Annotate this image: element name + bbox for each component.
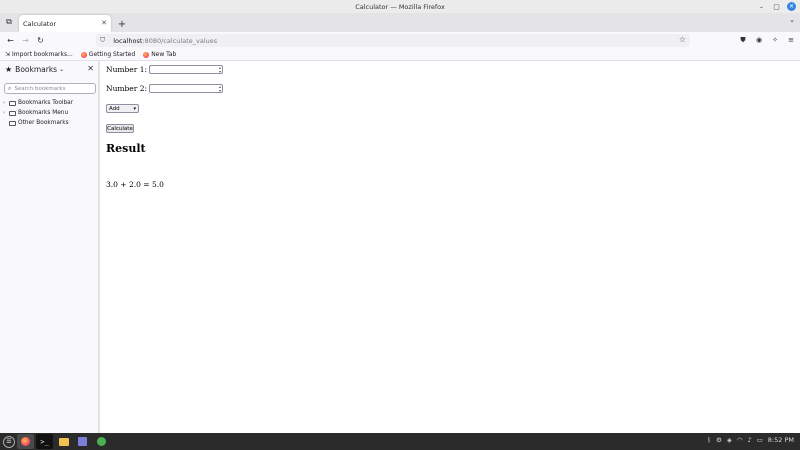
menu-icon[interactable]: ≡ (786, 34, 796, 46)
sidebar-title: Bookmarks (15, 65, 58, 74)
bluetooth-icon[interactable]: ᛒ (707, 436, 711, 444)
sidebar-header[interactable]: ★ Bookmarks ⌄ (5, 65, 64, 74)
extensions-icon[interactable]: ✧ (770, 34, 780, 46)
wifi-icon[interactable]: ◠ (737, 436, 743, 444)
chevron-down-icon[interactable]: ⌄ (789, 16, 795, 24)
number1-label: Number 1: (106, 65, 148, 74)
url-bar[interactable]: ⛉ localhost:8080/calculate_values ☆ (96, 34, 690, 47)
terminal-icon[interactable]: >_ (36, 434, 53, 449)
volume-icon[interactable]: ♪ (747, 436, 751, 444)
search-icon: ⌕ (8, 84, 12, 92)
folder-icon (9, 120, 16, 126)
site-info-icon[interactable]: ⛉ (100, 36, 105, 45)
chevron-down-icon: ⌄ (59, 66, 65, 73)
taskbar: ☰ >_ ᛒ ⚙ ◈ ◠ ♪ ▭ 8:52 PM (0, 433, 800, 450)
calculate-button[interactable]: Calculate (106, 124, 134, 133)
number2-input[interactable]: ▴ ▾ (149, 84, 224, 93)
page-content: Number 1: ▴ ▾ Number 2: ▴ ▾ Add ▾ Calculat… (102, 61, 800, 433)
tree-item-bookmarks-toolbar[interactable]: › Bookmarks Toolbar (3, 98, 73, 108)
import-icon: ⇲ (5, 51, 11, 58)
bookmarks-toolbar: ⇲ Import bookmarks... Getting Started Ne… (0, 49, 800, 61)
new-tab-icon[interactable]: + (115, 16, 129, 32)
menu-folder-icon (9, 110, 16, 116)
maximize-icon[interactable]: ▢ (772, 2, 781, 11)
window-title: Calculator — Mozilla Firefox (355, 2, 445, 11)
star-icon: ★ (5, 65, 13, 74)
bookmark-getting-started[interactable]: Getting Started (80, 51, 135, 58)
settings-icon[interactable]: ⚙ (716, 436, 722, 444)
network-icon[interactable]: ◈ (727, 436, 732, 444)
url-path: :8080/calculate_values (142, 36, 218, 45)
pocket-icon[interactable]: ⛊ (738, 34, 748, 46)
number-spinner-icon[interactable]: ▴ ▾ (219, 85, 221, 93)
app-green-icon[interactable] (93, 434, 110, 449)
tab-label: Calculator (23, 19, 57, 28)
operation-select[interactable]: Add ▾ (106, 104, 139, 113)
tab-calculator[interactable]: Calculator ✕ (19, 15, 111, 32)
firefox-taskbar-icon[interactable] (17, 434, 34, 449)
search-placeholder: Search bookmarks (14, 85, 66, 92)
system-tray: ᛒ ⚙ ◈ ◠ ♪ ▭ 8:52 PM (707, 436, 794, 444)
bookmark-import[interactable]: ⇲ Import bookmarks... (5, 51, 73, 58)
battery-icon[interactable]: ▭ (757, 436, 763, 444)
minimize-icon[interactable]: – (757, 2, 766, 11)
navigation-bar: ← → ↻ ⛉ localhost:8080/calculate_values … (0, 32, 800, 49)
forward-arrow-icon[interactable]: → (18, 33, 33, 48)
number1-input[interactable]: ▴ ▾ (149, 65, 224, 74)
text-editor-icon[interactable] (74, 434, 91, 449)
url-host: localhost (113, 36, 143, 45)
result-heading: Result (106, 142, 146, 155)
close-window-icon[interactable]: ✕ (787, 2, 796, 11)
number1-row: Number 1: ▴ ▾ (106, 65, 224, 74)
app-menu-icon[interactable]: ☰ (3, 435, 15, 448)
back-arrow-icon[interactable]: ← (3, 33, 18, 48)
tab-bar: ⧉ Calculator ✕ + ⌄ (0, 13, 800, 32)
result-text: 3.0 + 2.0 = 5.0 (106, 180, 164, 189)
reload-icon[interactable]: ↻ (33, 33, 48, 48)
clock[interactable]: 8:52 PM (768, 436, 794, 444)
bookmark-star-icon[interactable]: ☆ (679, 35, 686, 44)
firefox-icon (80, 51, 87, 58)
bookmarks-sidebar: ★ Bookmarks ⌄ ✕ ⌕ Search bookmarks › Boo… (0, 61, 100, 433)
window-titlebar: Calculator — Mozilla Firefox – ▢ ✕ (0, 0, 800, 13)
bookmark-new-tab[interactable]: New Tab (143, 51, 176, 58)
files-folder-icon[interactable] (55, 434, 72, 449)
tree-item-bookmarks-menu[interactable]: › Bookmarks Menu (3, 108, 73, 118)
sidebar-close-icon[interactable]: ✕ (87, 64, 94, 73)
firefox-icon (143, 51, 150, 58)
bookmarks-tree: › Bookmarks Toolbar › Bookmarks Menu Oth… (3, 98, 73, 128)
window-controls: – ▢ ✕ (757, 2, 796, 11)
toolbar-right: ⛊ ◉ ✧ ≡ (738, 34, 796, 46)
tab-close-icon[interactable]: ✕ (101, 19, 107, 27)
firefox-view-icon[interactable]: ⧉ (1, 14, 17, 30)
number2-row: Number 2: ▴ ▾ (106, 84, 224, 93)
number2-label: Number 2: (106, 84, 148, 93)
account-icon[interactable]: ◉ (754, 34, 764, 46)
number-spinner-icon[interactable]: ▴ ▾ (219, 66, 221, 74)
sidebar-search-input[interactable]: ⌕ Search bookmarks (4, 83, 96, 94)
tree-item-other-bookmarks[interactable]: Other Bookmarks (3, 118, 73, 128)
toolbar-folder-icon (9, 100, 16, 106)
chevron-down-icon: ▾ (133, 106, 136, 112)
